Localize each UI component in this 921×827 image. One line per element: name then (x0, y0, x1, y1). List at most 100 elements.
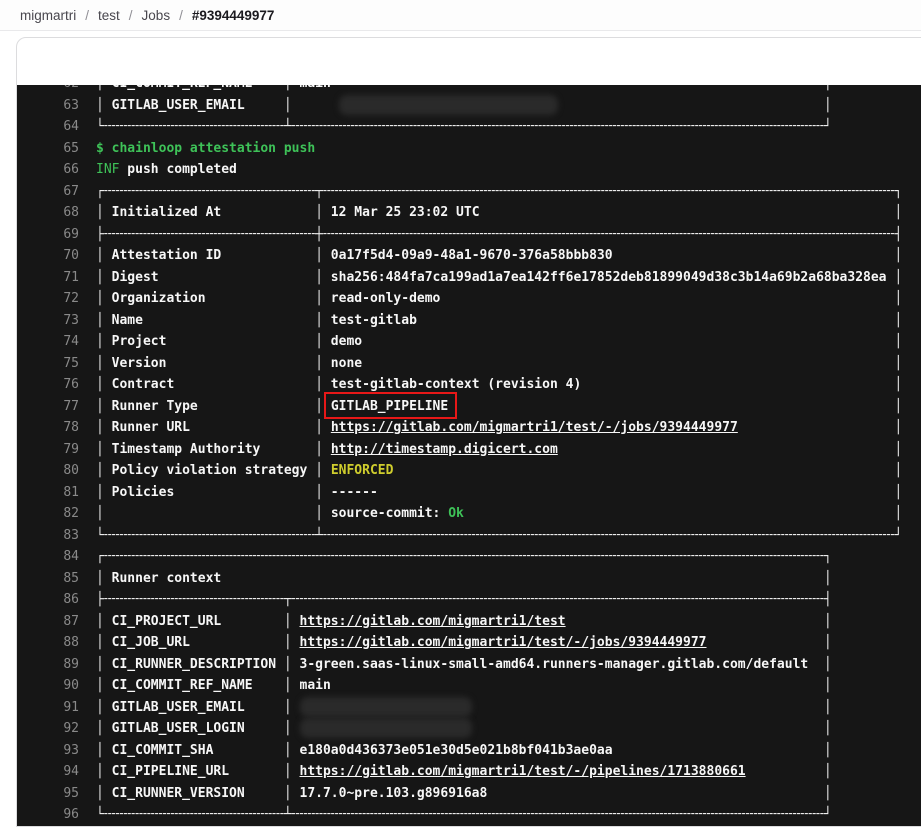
table-label-cell: Initialized At (104, 202, 315, 224)
line-number[interactable]: 69 (17, 224, 96, 246)
table-border: │ (315, 245, 323, 267)
table-border: │ (96, 568, 104, 590)
line-number[interactable]: 89 (17, 654, 96, 676)
line-number[interactable]: 72 (17, 288, 96, 310)
log-text (323, 439, 331, 461)
line-number[interactable]: 82 (17, 503, 96, 525)
breadcrumb-item-jobs[interactable]: Jobs (142, 8, 171, 23)
table-border: │ (824, 95, 832, 117)
log-link[interactable]: http://timestamp.digicert.com (331, 439, 558, 461)
table-border: │ (284, 85, 292, 95)
line-number[interactable]: 84 (17, 546, 96, 568)
log-link[interactable]: https://gitlab.com/migmartri1/test/-/job… (331, 417, 738, 439)
table-border: ┌╌╌╌╌╌╌╌╌╌╌╌╌╌╌╌╌╌╌╌╌╌╌╌╌╌╌╌┬╌╌╌╌╌╌╌╌╌╌╌… (96, 181, 902, 203)
log-link[interactable]: https://gitlab.com/migmartri1/test (300, 611, 566, 633)
line-number[interactable]: 91 (17, 697, 96, 719)
table-label-cell: Project (104, 331, 315, 353)
log-line-78: 78│ Runner URL │ https://gitlab.com/migm… (17, 417, 921, 439)
line-number[interactable]: 90 (17, 675, 96, 697)
line-number[interactable]: 64 (17, 116, 96, 138)
log-text (323, 460, 331, 482)
line-number[interactable]: 71 (17, 267, 96, 289)
line-number[interactable]: 94 (17, 761, 96, 783)
table-border: │ (894, 396, 902, 418)
table-value-cell: read-only-demo (323, 288, 894, 310)
table-value-cell: 12 Mar 25 23:02 UTC (323, 202, 894, 224)
log-link[interactable]: https://gitlab.com/migmartri1/test/-/job… (300, 632, 707, 654)
table-label-cell: CI_PROJECT_URL (104, 611, 284, 633)
log-text (292, 761, 300, 783)
table-value-cell: 3-green.saas-linux-small-amd64.runners-m… (292, 654, 824, 676)
line-number[interactable]: 95 (17, 783, 96, 805)
table-border: │ (96, 761, 104, 783)
table-border: │ (315, 482, 323, 504)
line-number[interactable]: 70 (17, 245, 96, 267)
line-number[interactable]: 88 (17, 632, 96, 654)
log-link[interactable]: https://gitlab.com/migmartri1/test/-/pip… (300, 761, 746, 783)
log-text (323, 396, 331, 418)
line-number[interactable]: 83 (17, 525, 96, 547)
line-number[interactable]: 80 (17, 460, 96, 482)
line-number[interactable]: 81 (17, 482, 96, 504)
redacted-value (300, 697, 472, 717)
log-text (472, 718, 824, 740)
log-line-91: 91│ GITLAB_USER_EMAIL │ │ (17, 697, 921, 719)
line-number[interactable]: 63 (17, 95, 96, 117)
line-number[interactable]: 85 (17, 568, 96, 590)
line-number[interactable]: 66 (17, 159, 96, 181)
log-line-65: 65$ chainloop attestation push (17, 138, 921, 160)
table-border: │ (96, 503, 104, 525)
log-line-84: 84┌╌╌╌╌╌╌╌╌╌╌╌╌╌╌╌╌╌╌╌╌╌╌╌╌╌╌╌╌╌╌╌╌╌╌╌╌╌… (17, 546, 921, 568)
line-number[interactable]: 68 (17, 202, 96, 224)
table-label-cell: Timestamp Authority (104, 439, 315, 461)
breadcrumb-item-test[interactable]: test (98, 8, 120, 23)
line-number[interactable]: 78 (17, 417, 96, 439)
runner-type-highlighted: GITLAB_PIPELINE (331, 396, 448, 418)
table-label-cell: GITLAB_USER_EMAIL (104, 95, 284, 117)
line-number[interactable]: 79 (17, 439, 96, 461)
table-border: │ (824, 761, 832, 783)
table-border: │ (96, 482, 104, 504)
log-text: INF (96, 159, 119, 181)
table-label-cell: Organization (104, 288, 315, 310)
line-number[interactable]: 86 (17, 589, 96, 611)
log-text: push completed (119, 159, 236, 181)
line-number[interactable]: 62 (17, 85, 96, 95)
line-number[interactable]: 65 (17, 138, 96, 160)
table-label-cell: Version (104, 353, 315, 375)
table-border: │ (284, 697, 292, 719)
log-line-89: 89│ CI_RUNNER_DESCRIPTION │ 3-green.saas… (17, 654, 921, 676)
log-text: $ chainloop attestation push (96, 138, 315, 160)
table-border: │ (96, 632, 104, 654)
line-number[interactable]: 73 (17, 310, 96, 332)
table-border: │ (894, 267, 902, 289)
line-number[interactable]: 92 (17, 718, 96, 740)
table-value-cell: ------ (323, 482, 894, 504)
log-text (292, 632, 300, 654)
breadcrumb-item-migmartri[interactable]: migmartri (20, 8, 76, 23)
log-text (464, 503, 894, 525)
log-text (323, 503, 331, 525)
table-border: │ (284, 611, 292, 633)
line-number[interactable]: 87 (17, 611, 96, 633)
table-border: └╌╌╌╌╌╌╌╌╌╌╌╌╌╌╌╌╌╌╌╌╌╌╌┴╌╌╌╌╌╌╌╌╌╌╌╌╌╌╌… (96, 804, 832, 826)
line-number[interactable]: 74 (17, 331, 96, 353)
table-label-cell: Name (104, 310, 315, 332)
breadcrumb-nav: migmartri/test/Jobs/#9394449977 (20, 8, 274, 23)
line-number[interactable]: 76 (17, 374, 96, 396)
table-label-cell: Runner URL (104, 417, 315, 439)
table-border: │ (315, 396, 323, 418)
line-number[interactable]: 67 (17, 181, 96, 203)
table-border: │ (824, 632, 832, 654)
line-number[interactable]: 93 (17, 740, 96, 762)
log-line-62: 62│ CI_COMMIT_REF_NAME │ main │ (17, 85, 921, 95)
line-number[interactable]: 77 (17, 396, 96, 418)
table-border: │ (894, 331, 902, 353)
log-line-82: 82│ │ source-commit: Ok │ (17, 503, 921, 525)
table-border: │ (894, 310, 902, 332)
redacted-value (339, 95, 558, 115)
log-text (707, 632, 824, 654)
line-number[interactable]: 75 (17, 353, 96, 375)
table-label-cell: CI_JOB_URL (104, 632, 284, 654)
line-number[interactable]: 96 (17, 804, 96, 826)
